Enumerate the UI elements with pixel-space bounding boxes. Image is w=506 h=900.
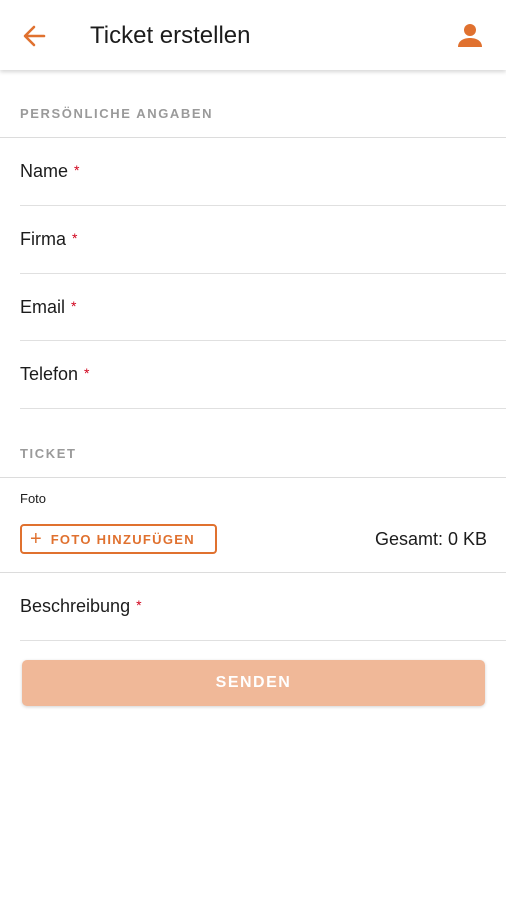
arrow-left-icon (23, 25, 46, 47)
section-header-personal: PERSÖNLICHE ANGABEN (20, 106, 214, 121)
field-label: Email * (20, 296, 76, 318)
email-field[interactable]: Email * (20, 274, 506, 341)
description-field[interactable]: Beschreibung * (20, 573, 506, 640)
section-header-ticket: TICKET (20, 446, 77, 461)
field-label: Name * (20, 160, 79, 182)
phone-label: Telefon (20, 364, 79, 384)
total-size: Gesamt: 0 KB (374, 529, 487, 549)
field-divider (20, 408, 506, 409)
required-mark: * (74, 162, 80, 178)
back-button[interactable] (18, 20, 52, 52)
send-button[interactable]: SENDEN (22, 660, 485, 706)
required-mark: * (84, 365, 90, 381)
add-photo-button[interactable]: + FOTO HINZUFÜGEN (20, 524, 217, 554)
company-field[interactable]: Firma * (20, 206, 506, 273)
section-divider (0, 477, 506, 478)
photo-label: Foto (20, 491, 47, 506)
email-label: Email (20, 297, 66, 317)
description-label: Beschreibung (20, 596, 131, 616)
name-field[interactable]: Name * (20, 138, 506, 205)
required-mark: * (136, 597, 142, 613)
required-mark: * (71, 298, 77, 314)
field-label: Beschreibung * (20, 595, 142, 617)
add-photo-label: FOTO HINZUFÜGEN (50, 531, 195, 547)
phone-field[interactable]: Telefon * (20, 341, 506, 408)
field-label: Firma * (20, 228, 77, 250)
name-label: Name (20, 161, 69, 181)
person-icon (458, 24, 482, 47)
plus-icon: + (30, 528, 42, 550)
app-bar: Ticket erstellen (0, 0, 506, 70)
field-divider (20, 640, 506, 641)
profile-button[interactable] (454, 20, 486, 52)
page-title: Ticket erstellen (90, 22, 251, 49)
field-label: Telefon * (20, 363, 90, 385)
required-mark: * (72, 230, 78, 246)
company-label: Firma (20, 229, 66, 249)
